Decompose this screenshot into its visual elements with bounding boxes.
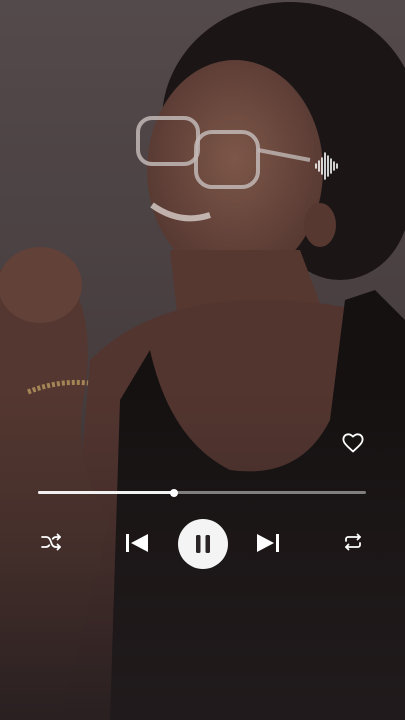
shuffle-icon [41, 533, 61, 551]
pause-icon [196, 535, 210, 553]
skip-next-icon [257, 534, 279, 552]
next-track-button[interactable] [255, 531, 281, 555]
background-photo [0, 0, 405, 720]
shuffle-button[interactable] [40, 532, 62, 552]
skip-previous-icon [126, 534, 148, 552]
seek-bar-progress [38, 491, 174, 494]
waveform-icon [314, 150, 340, 182]
music-player-screen [0, 0, 405, 720]
seek-bar-thumb[interactable] [169, 488, 178, 497]
repeat-icon [345, 533, 361, 551]
seek-bar[interactable] [38, 488, 366, 497]
favorite-button[interactable] [341, 432, 365, 454]
play-pause-button[interactable] [178, 519, 228, 569]
previous-track-button[interactable] [124, 531, 150, 555]
heart-outline-icon [342, 433, 364, 453]
repeat-button[interactable] [342, 532, 364, 552]
